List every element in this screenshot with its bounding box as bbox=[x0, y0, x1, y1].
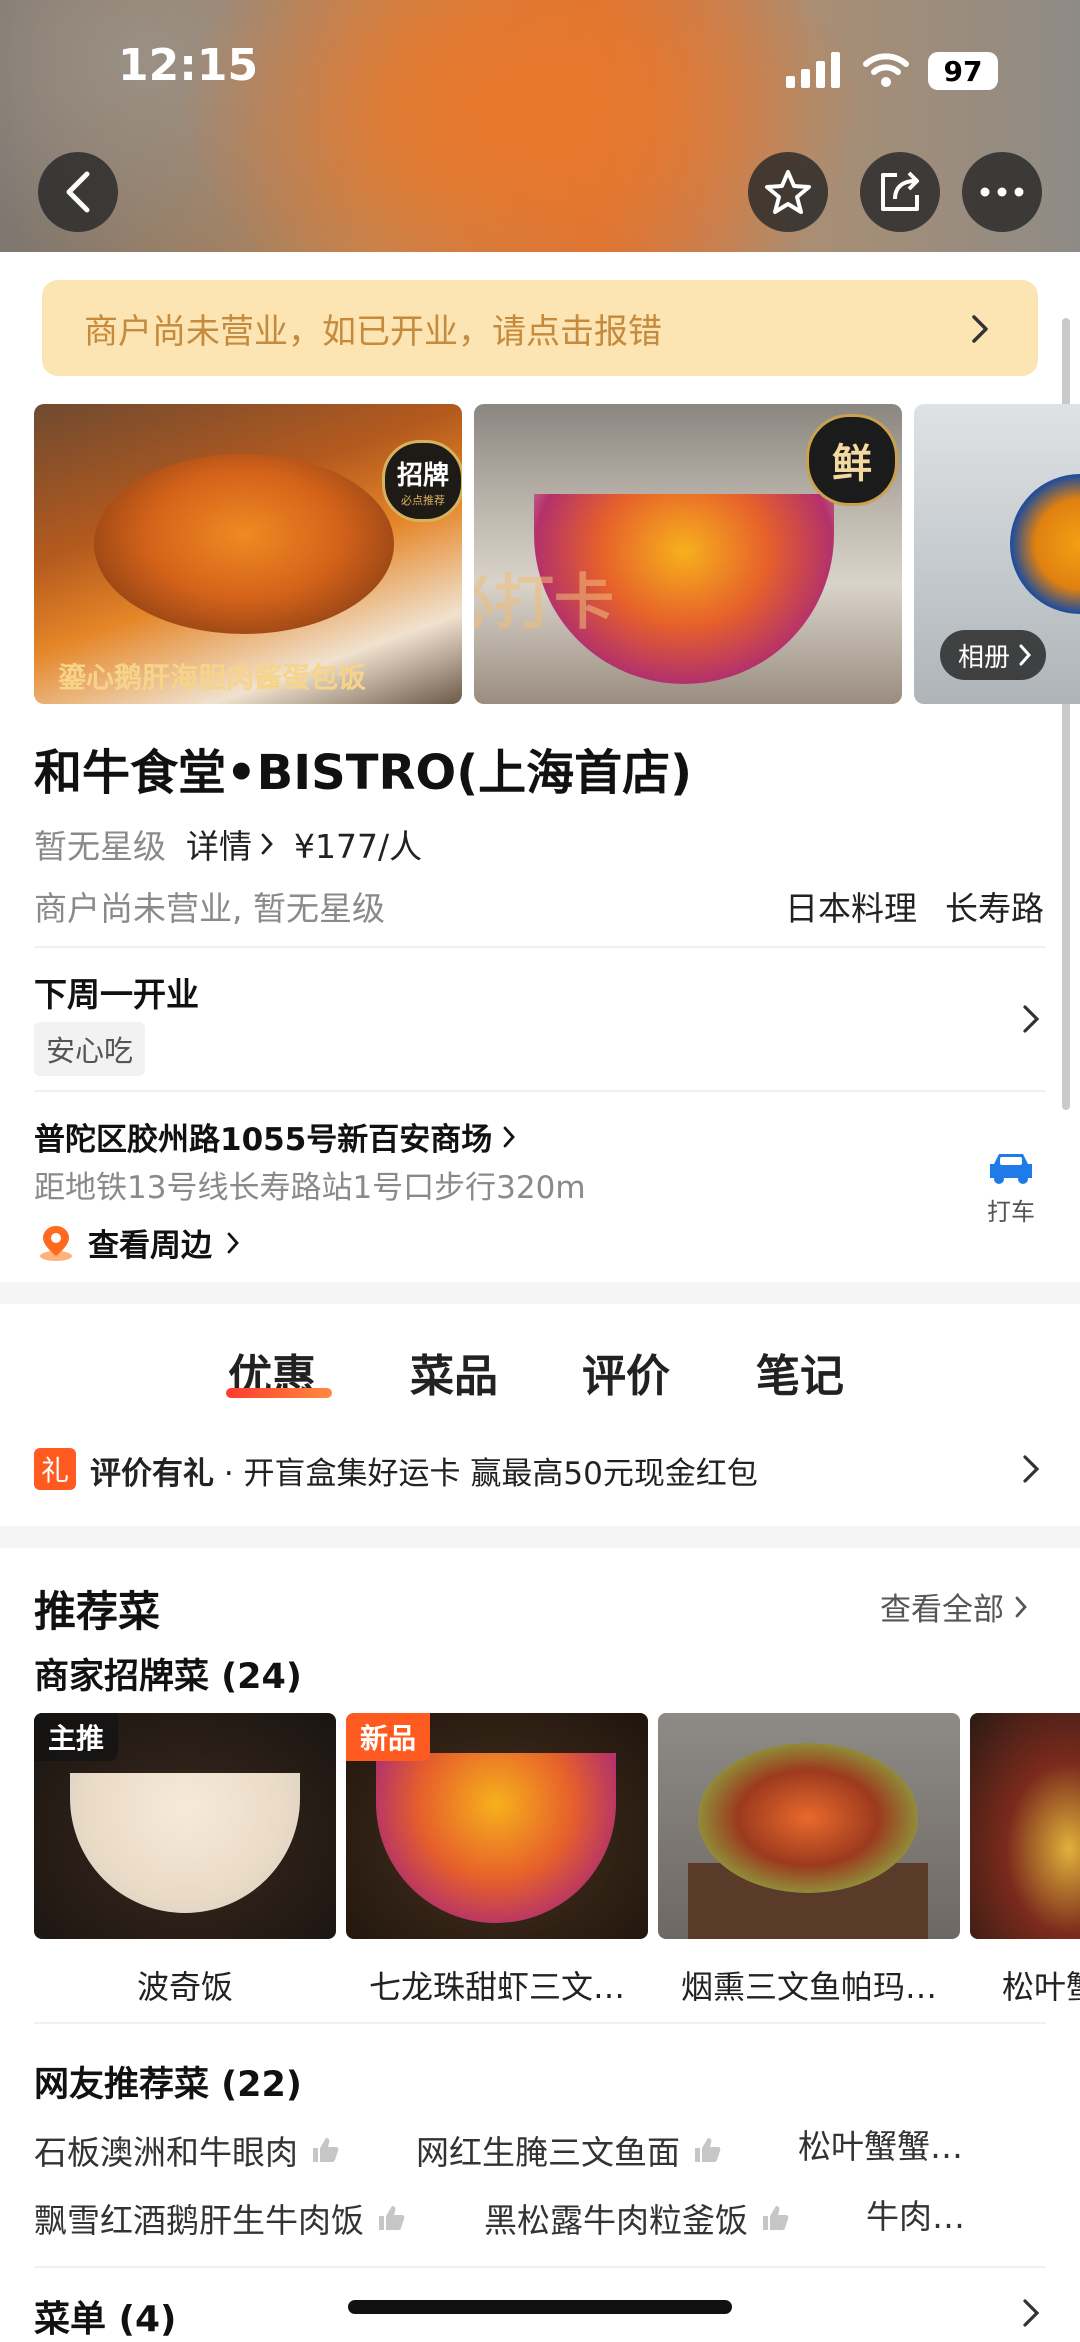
home-indicator[interactable] bbox=[348, 2300, 732, 2314]
dish-name: 松叶蟹 bbox=[1002, 1968, 1080, 2006]
thumbs-up-icon bbox=[692, 2135, 722, 2165]
netizen-dish-chip[interactable]: 牛肉… bbox=[866, 2190, 965, 2238]
netizen-dish-chip[interactable]: 飘雪红酒鹅肝生牛肉饭 bbox=[34, 2194, 406, 2242]
share-icon bbox=[877, 169, 923, 215]
section-gap bbox=[0, 1282, 1080, 1304]
divider bbox=[34, 946, 1046, 948]
gift-icon: 礼 bbox=[34, 1448, 76, 1490]
dish-badge: 主推 bbox=[34, 1713, 119, 1761]
detail-link[interactable]: 详情 bbox=[186, 820, 274, 868]
recommend-title: 推荐菜 bbox=[34, 1587, 161, 1636]
share-button[interactable] bbox=[860, 152, 940, 232]
rating-row: 暂无星级 详情 ¥177/人 bbox=[34, 820, 422, 868]
more-dots-icon bbox=[980, 187, 1024, 197]
dish-card[interactable]: 新品 bbox=[346, 1713, 648, 1939]
tab-reviews[interactable]: 评价 bbox=[582, 1340, 670, 1404]
safe-eat-tag: 安心吃 bbox=[34, 1022, 146, 1076]
netizen-dishes-title: 网友推荐菜 (22) bbox=[34, 2065, 302, 2105]
fresh-badge: 鲜 bbox=[806, 414, 898, 506]
chevron-right-icon bbox=[260, 832, 274, 856]
address-text: 普陀区胶州路1055号新百安商场 bbox=[34, 1122, 493, 1158]
thumbs-up-icon bbox=[760, 2203, 790, 2233]
netizen-dish-chip[interactable]: 松叶蟹蟹… bbox=[798, 2120, 963, 2168]
dish-name: 烟熏三文鱼帕玛… bbox=[680, 1968, 937, 2006]
tab-dishes[interactable]: 菜品 bbox=[410, 1340, 498, 1404]
favorite-button[interactable] bbox=[748, 152, 828, 232]
netizen-dish-chip[interactable]: 网红生腌三文鱼面 bbox=[416, 2126, 722, 2174]
thumbs-up-icon bbox=[376, 2203, 406, 2233]
netizen-dish-chip[interactable]: 黑松露牛肉粒釜饭 bbox=[484, 2194, 790, 2242]
battery-level: 97 bbox=[943, 54, 983, 88]
gallery-photo[interactable]: 鲜 必打卡 bbox=[474, 404, 902, 704]
status-time: 12:15 bbox=[118, 40, 259, 91]
price-per-person: ¥177/人 bbox=[294, 827, 423, 866]
battery-icon: 97 bbox=[928, 52, 998, 90]
chevron-right-icon bbox=[1018, 644, 1032, 666]
gallery-photo[interactable]: 招牌 必点推荐 鎏心鹅肝海胆肉酱蛋包饭 bbox=[34, 404, 462, 704]
dish-card[interactable] bbox=[970, 1713, 1080, 1939]
promo-bold: 评价有礼 bbox=[90, 1456, 214, 1492]
promo-detail: · 开盲盒集好运卡 赢最高50元现金红包 bbox=[214, 1456, 758, 1492]
chevron-right-icon bbox=[502, 1125, 516, 1149]
shop-tags: 日本料理 长寿路 bbox=[785, 882, 1044, 930]
chevron-right-icon bbox=[1022, 2298, 1040, 2328]
distance-text: 距地铁13号线长寿路站1号口步行320m bbox=[34, 1170, 586, 1206]
signal-icon bbox=[786, 52, 842, 88]
shop-name: 和牛食堂•BISTRO(上海首店) bbox=[34, 745, 693, 801]
car-icon bbox=[986, 1150, 1036, 1186]
thumbs-up-icon bbox=[310, 2135, 340, 2165]
chevron-right-icon bbox=[1022, 1454, 1040, 1484]
photo-overlay-text: 必打卡 bbox=[474, 568, 614, 638]
dish-image bbox=[698, 1743, 918, 1893]
photo-caption: 鎏心鹅肝海胆肉酱蛋包饭 bbox=[58, 661, 367, 694]
not-open-banner[interactable]: 商户尚未营业，如已开业，请点击报错 bbox=[42, 280, 1038, 376]
chevron-right-icon bbox=[970, 314, 990, 344]
dish-image bbox=[376, 1753, 616, 1923]
address-link[interactable]: 普陀区胶州路1055号新百安商场 bbox=[34, 1114, 516, 1159]
dish-card[interactable] bbox=[658, 1713, 960, 1939]
dish-name: 七龙珠甜虾三文… bbox=[368, 1968, 625, 2006]
rating-text: 暂无星级 bbox=[34, 827, 166, 866]
view-all-link[interactable]: 查看全部 bbox=[880, 1584, 1028, 1629]
status-note: 商户尚未营业, 暂无星级 bbox=[34, 889, 385, 928]
wifi-icon bbox=[862, 50, 910, 88]
section-gap bbox=[0, 1526, 1080, 1548]
view-nearby-link[interactable]: 查看周边 bbox=[38, 1220, 240, 1265]
tab-notes[interactable]: 笔记 bbox=[756, 1340, 844, 1404]
opening-time: 下周一开业 bbox=[34, 975, 199, 1014]
netizen-dish-chip[interactable]: 石板澳洲和牛眼肉 bbox=[34, 2126, 340, 2174]
dish-image bbox=[1010, 474, 1080, 614]
divider bbox=[34, 2266, 1046, 2268]
album-button[interactable]: 相册 bbox=[940, 630, 1047, 680]
dish-image bbox=[70, 1773, 300, 1913]
chevron-right-icon bbox=[1014, 1595, 1028, 1619]
signature-badge: 招牌 必点推荐 bbox=[382, 440, 462, 522]
cuisine-tag[interactable]: 日本料理 bbox=[785, 882, 917, 930]
promo-text: 评价有礼 · 开盲盒集好运卡 赢最高50元现金红包 bbox=[90, 1448, 758, 1493]
dish-badge: 新品 bbox=[346, 1713, 431, 1761]
divider bbox=[34, 2022, 1046, 2024]
menu-title[interactable]: 菜单 (4) bbox=[34, 2290, 177, 2342]
taxi-button[interactable]: 打车 bbox=[976, 1150, 1046, 1227]
chevron-right-icon bbox=[1022, 1004, 1040, 1034]
banner-text: 商户尚未营业，如已开业，请点击报错 bbox=[84, 311, 662, 352]
active-tab-indicator bbox=[226, 1388, 332, 1398]
more-button[interactable] bbox=[962, 152, 1042, 232]
star-icon bbox=[764, 169, 812, 215]
chevron-left-icon bbox=[61, 170, 95, 214]
location-pin-icon bbox=[38, 1224, 74, 1262]
divider bbox=[34, 1090, 1046, 1092]
chevron-right-icon bbox=[226, 1231, 240, 1255]
back-button[interactable] bbox=[38, 152, 118, 232]
dish-card[interactable]: 主推 bbox=[34, 1713, 336, 1939]
signature-dishes-title: 商家招牌菜 (24) bbox=[34, 1657, 302, 1697]
dish-image bbox=[94, 454, 394, 634]
dish-name: 波奇饭 bbox=[136, 1968, 233, 2006]
area-tag[interactable]: 长寿路 bbox=[945, 882, 1044, 930]
